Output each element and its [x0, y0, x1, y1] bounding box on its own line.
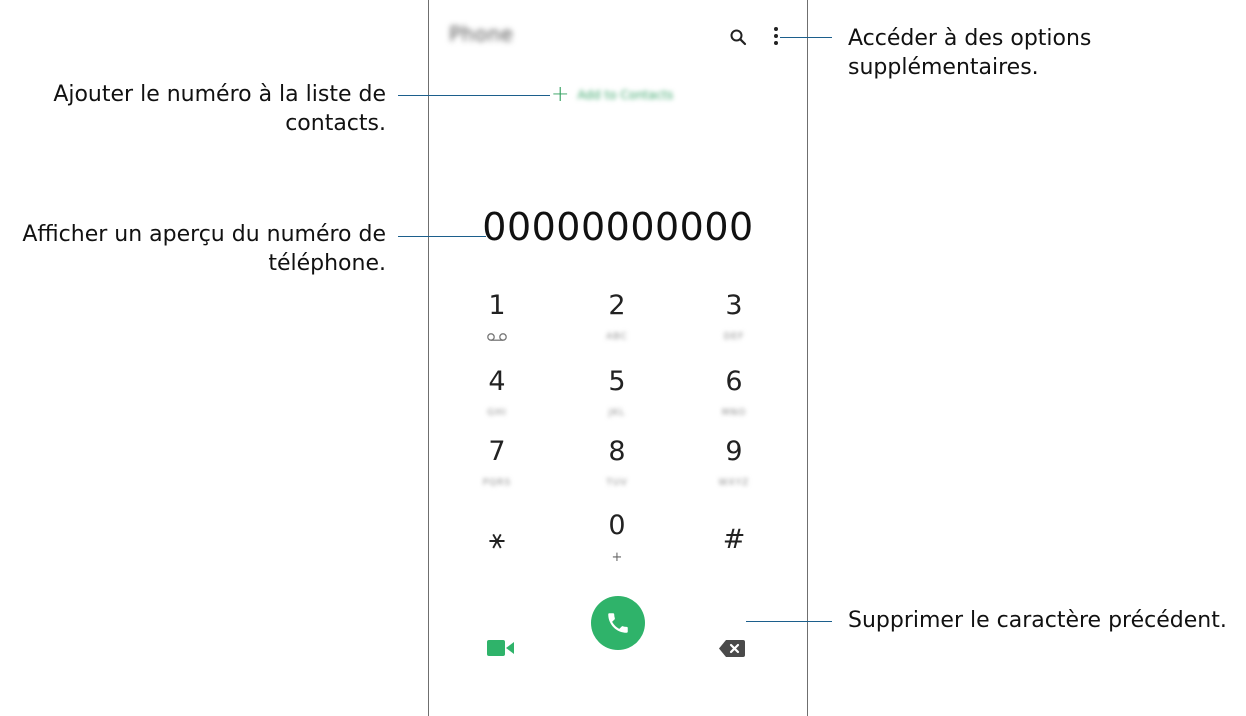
annotation-preview-number: Afficher un aperçu du numéro de téléphon…: [22, 222, 386, 276]
phone-icon: [608, 613, 628, 633]
key-6[interactable]: 6 MNO: [694, 368, 774, 438]
key-hash[interactable]: #: [694, 526, 774, 596]
key-digit: 5: [608, 366, 626, 397]
key-digit: 6: [725, 366, 743, 397]
callout-line-delete-char: [746, 621, 832, 622]
callout-line-more-options: [780, 37, 832, 38]
key-digit: 0: [608, 510, 626, 541]
key-digit: 3: [725, 290, 743, 321]
key-digit: 9: [725, 436, 743, 467]
key-digit: 1: [488, 290, 506, 321]
key-letters: PQRS: [482, 478, 512, 488]
key-digit: 7: [488, 436, 506, 467]
key-plus-label: +: [611, 550, 623, 565]
key-letters: ABC: [606, 332, 628, 342]
backspace-icon[interactable]: [719, 640, 745, 657]
key-0[interactable]: 0 +: [577, 512, 657, 582]
key-digit: #: [722, 524, 746, 555]
callout-line-preview-number: [398, 236, 486, 237]
call-button[interactable]: [591, 596, 645, 650]
key-letters: WXYZ: [718, 478, 750, 488]
key-digit: 2: [608, 290, 626, 321]
key-digit: 4: [488, 366, 506, 397]
key-letters: DEF: [723, 332, 745, 342]
callout-line-add-contacts: [398, 95, 550, 96]
phone-screen: Phone + Add to Contacts 00000000000 1 2 …: [428, 0, 808, 716]
key-8[interactable]: 8 TUV: [577, 438, 657, 508]
voicemail-icon: [487, 333, 507, 341]
annotation-more-options: Accéder à des options supplémentaires.: [848, 26, 1092, 80]
key-letters: MNO: [721, 408, 747, 418]
annotation-add-contacts: Ajouter le numéro à la liste de contacts…: [53, 82, 386, 136]
key-letters: GHI: [487, 408, 507, 418]
key-2[interactable]: 2 ABC: [577, 292, 657, 362]
key-letters: TUV: [606, 478, 628, 488]
video-camera-icon[interactable]: [487, 638, 515, 658]
key-digit: 8: [608, 436, 626, 467]
annotation-delete-char: Supprimer le caractère précédent.: [848, 608, 1227, 633]
key-1[interactable]: 1: [457, 292, 537, 362]
key-star[interactable]: ⚹: [457, 526, 537, 596]
key-4[interactable]: 4 GHI: [457, 368, 537, 438]
key-9[interactable]: 9 WXYZ: [694, 438, 774, 508]
key-digit: ⚹: [488, 524, 506, 555]
key-7[interactable]: 7 PQRS: [457, 438, 537, 508]
key-5[interactable]: 5 JKL: [577, 368, 657, 438]
key-3[interactable]: 3 DEF: [694, 292, 774, 362]
key-letters: JKL: [608, 408, 626, 418]
